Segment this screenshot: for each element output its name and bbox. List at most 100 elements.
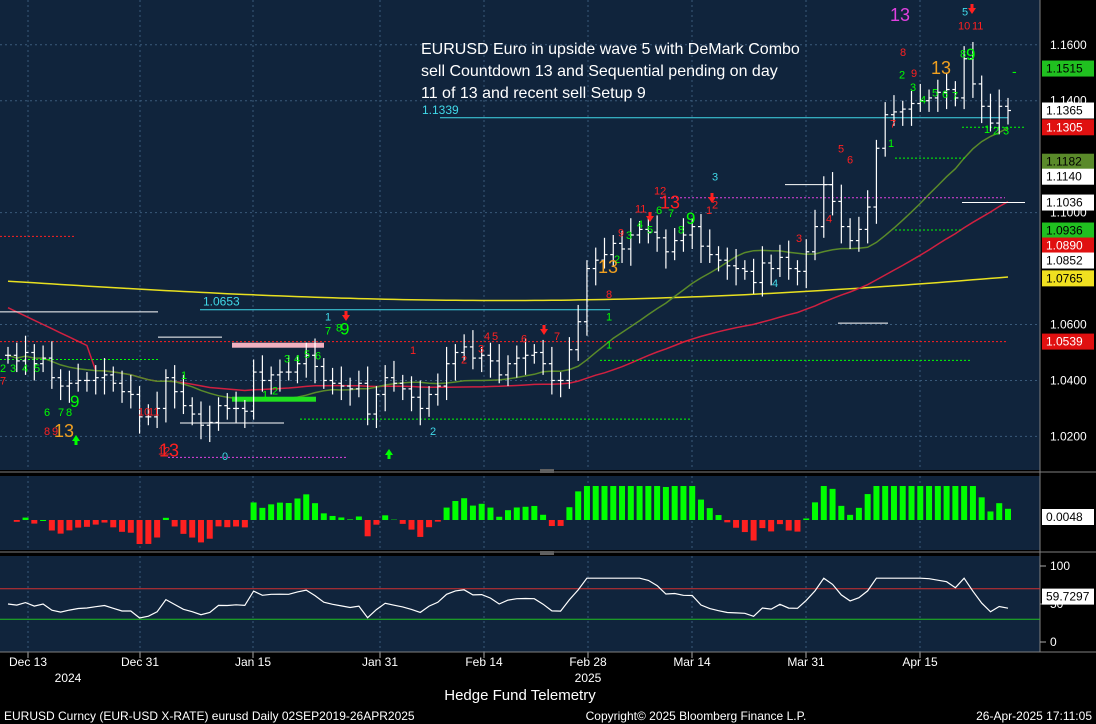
demark-count: 7 xyxy=(952,90,958,102)
momentum-bar xyxy=(171,520,178,527)
momentum-bar xyxy=(952,486,959,520)
momentum-bar xyxy=(785,520,792,531)
demark-count: 4 xyxy=(920,95,926,107)
price-badge-label: 1.0765 xyxy=(1046,271,1083,285)
momentum-bar xyxy=(320,513,327,520)
oscillator-panel xyxy=(0,556,1040,652)
y-tick-label: 1.0400 xyxy=(1050,373,1087,387)
demark-count: 6 xyxy=(315,350,321,362)
demark-count: 6 xyxy=(847,155,853,167)
momentum-bar xyxy=(654,486,661,520)
momentum-bar xyxy=(469,505,476,520)
momentum-bar xyxy=(31,520,38,524)
momentum-bar xyxy=(627,486,634,520)
price-badge-label: 1.1515 xyxy=(1046,62,1083,76)
demark-count: 2 xyxy=(272,385,278,397)
momentum-bar xyxy=(697,499,704,520)
momentum-bar xyxy=(1005,508,1011,520)
x-tick-label: Dec 13 xyxy=(9,655,47,669)
x-tick-label: Feb 14 xyxy=(465,655,503,669)
demark-marker: 13 xyxy=(931,58,951,78)
momentum-bar xyxy=(241,520,248,528)
price-badge-label: 1.0890 xyxy=(1046,239,1083,253)
momentum-bar xyxy=(364,520,371,537)
momentum-bar xyxy=(943,486,950,520)
demark-count: 3 xyxy=(10,363,16,375)
momentum-bar xyxy=(706,508,713,520)
momentum-bar xyxy=(92,520,99,525)
demark-count: 7 xyxy=(0,376,6,388)
demark-count: 4 xyxy=(294,353,300,365)
momentum-bar xyxy=(838,505,845,520)
demark-count: 2 xyxy=(0,363,6,375)
momentum-bar xyxy=(136,520,143,544)
momentum-bar xyxy=(347,519,354,520)
momentum-bar xyxy=(689,486,696,520)
demark-count: 7 xyxy=(58,407,64,419)
chart-title-line: EURUSD Euro in upside wave 5 with DeMark… xyxy=(421,41,800,58)
price-chart-svg: Dec 13 Dec 31 Jan 15 Jan 31 Feb 14 Feb 28 Mar … xyxy=(0,0,1096,723)
x-tick-label: Apr 15 xyxy=(902,655,938,669)
demark-count: 6 xyxy=(521,334,527,346)
demark-count: 4 xyxy=(484,331,490,343)
momentum-bar xyxy=(180,520,187,534)
momentum-bar xyxy=(961,486,968,520)
momentum-bar xyxy=(662,486,669,520)
momentum-bar xyxy=(505,510,511,520)
momentum-bar xyxy=(408,520,415,530)
demark-count: 7 xyxy=(325,325,331,337)
momentum-bar xyxy=(969,486,976,520)
momentum-bar xyxy=(101,520,108,523)
demark-marker: 13 xyxy=(660,192,680,212)
momentum-bar xyxy=(399,520,406,524)
momentum-bar xyxy=(645,486,652,520)
momentum-bar xyxy=(847,514,854,520)
demark-count: 5 xyxy=(492,331,498,343)
demark-marker: 9 xyxy=(966,45,975,64)
momentum-bar xyxy=(934,486,941,520)
momentum-bar xyxy=(259,507,266,520)
price-badge-label: 1.0852 xyxy=(1046,254,1083,268)
oscillator-value: 59.7297 xyxy=(1046,590,1090,604)
momentum-bar xyxy=(715,515,722,520)
momentum-bar xyxy=(759,520,766,529)
momentum-bar xyxy=(250,502,257,520)
panel-handle xyxy=(540,469,554,473)
momentum-bar xyxy=(487,507,494,520)
copyright-text: Copyright© 2025 Bloomberg Finance L.P. xyxy=(586,709,807,723)
momentum-bar xyxy=(48,520,55,531)
momentum-bar xyxy=(110,520,117,528)
momentum-bar xyxy=(926,486,933,520)
x-tick-label: Feb 28 xyxy=(569,655,607,669)
momentum-bar xyxy=(908,486,915,520)
momentum-bar xyxy=(522,506,529,520)
momentum-bar xyxy=(540,514,547,520)
demark-count: 2 xyxy=(899,69,905,81)
momentum-bar xyxy=(268,504,275,520)
momentum-bar xyxy=(443,507,450,520)
y-tick-label: 1.0200 xyxy=(1050,429,1087,443)
momentum-bar xyxy=(829,488,836,520)
demark-marker: 9 xyxy=(340,319,349,338)
x-tick-label: Dec 31 xyxy=(121,655,159,669)
momentum-bar xyxy=(531,505,538,520)
demark-count: 10 xyxy=(958,20,970,32)
momentum-bar xyxy=(636,486,643,520)
demark-marker: 9 xyxy=(70,392,79,411)
momentum-bar xyxy=(917,486,924,520)
momentum-bar xyxy=(864,494,871,520)
demark-count: 0 xyxy=(222,451,228,463)
momentum-bar xyxy=(162,517,169,520)
demark-count: 3 xyxy=(478,344,484,356)
demark-count: 11 xyxy=(635,204,646,216)
momentum-bar xyxy=(592,486,599,520)
demark-count: 1 xyxy=(410,345,416,357)
momentum-bar xyxy=(276,502,283,520)
demark-count: 8 xyxy=(606,289,612,301)
demark-marker: 13 xyxy=(598,257,618,277)
momentum-bar xyxy=(452,501,459,520)
resistance-block xyxy=(232,342,324,348)
demark-count: 11 xyxy=(148,406,159,418)
demark-count: 5 xyxy=(647,225,653,237)
momentum-bar xyxy=(154,520,161,538)
